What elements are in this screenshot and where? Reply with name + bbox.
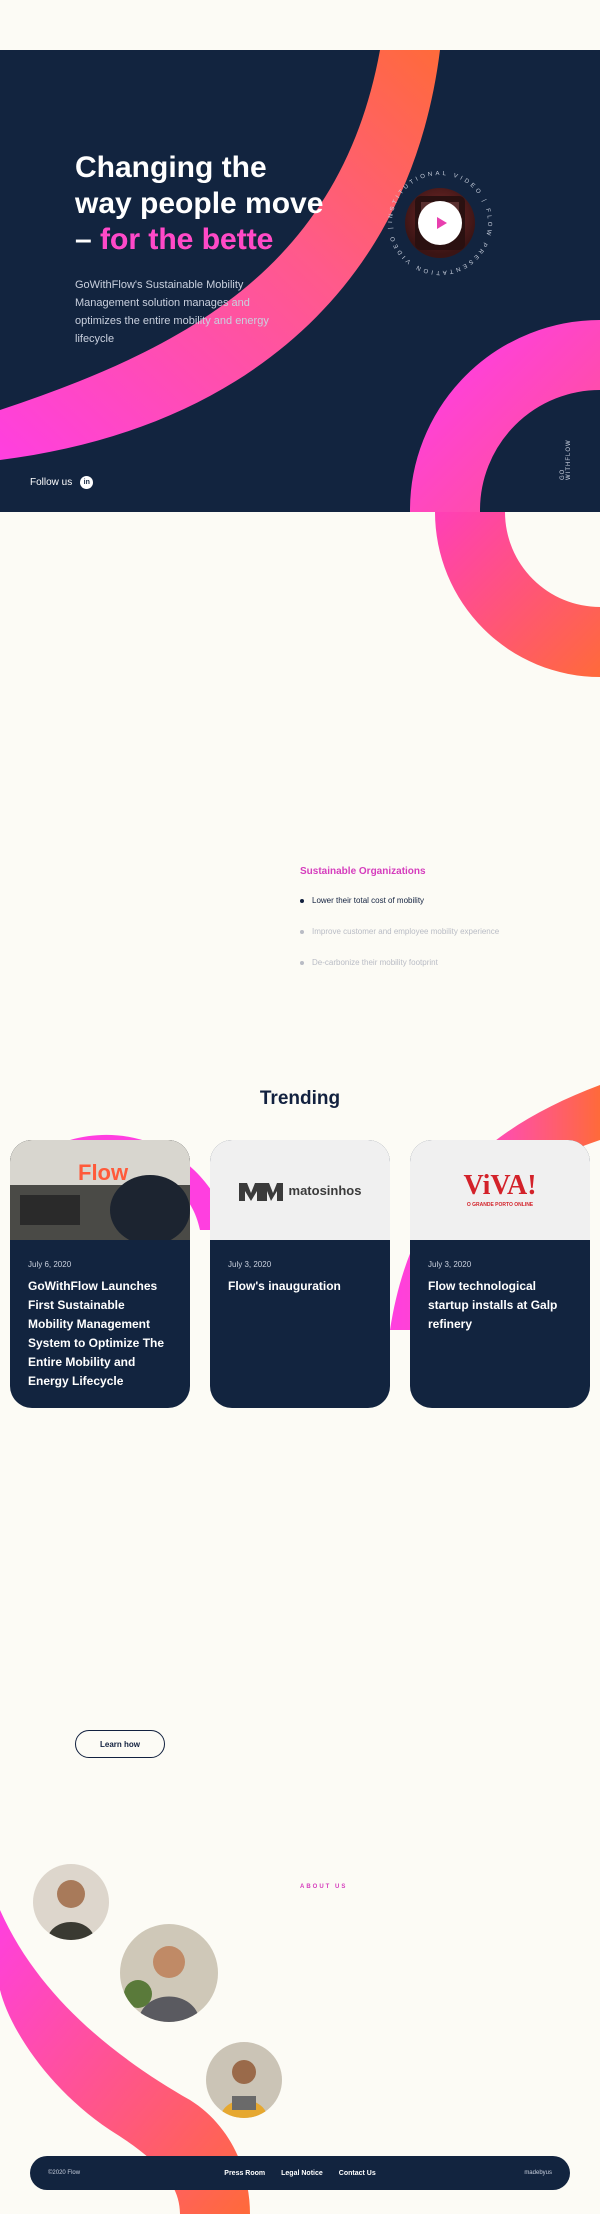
play-button[interactable] bbox=[418, 201, 462, 245]
news-card[interactable]: Flow July 6, 2020 GoWithFlow Launches Fi… bbox=[10, 1140, 190, 1408]
team-avatar[interactable] bbox=[33, 1864, 109, 1940]
flow-logo: Flow bbox=[78, 1160, 129, 1185]
made-by[interactable]: madebyus bbox=[524, 2170, 552, 2176]
news-card-image: matosinhos bbox=[210, 1140, 390, 1240]
organizations-list: Lower their total cost of mobility Impro… bbox=[300, 896, 499, 989]
news-card-date: July 3, 2020 bbox=[228, 1260, 272, 1269]
news-card-date: July 3, 2020 bbox=[428, 1260, 472, 1269]
follow-us: Follow us in bbox=[30, 476, 94, 489]
org-item[interactable]: Lower their total cost of mobility bbox=[300, 896, 499, 905]
footer-link-press-room[interactable]: Press Room bbox=[224, 2170, 265, 2177]
scroll-label: GO WITHFLOW bbox=[560, 439, 572, 480]
matosinhos-logo-icon bbox=[238, 1183, 283, 1201]
hero-title-dash: – bbox=[75, 223, 92, 256]
bullet-icon bbox=[300, 929, 304, 934]
video-badge[interactable]: INSTITUTIONAL VIDEO | FLOW PRESENTATION … bbox=[385, 168, 495, 278]
org-item[interactable]: De-carbonize their mobility footprint bbox=[300, 958, 499, 967]
bullet-icon bbox=[300, 898, 304, 903]
news-card-image: ViVA! O GRANDE PORTO ONLINE bbox=[410, 1140, 590, 1240]
footer-nav: Press Room Legal Notice Contact Us bbox=[30, 2170, 570, 2177]
viva-logo: ViVA! bbox=[463, 1170, 537, 1201]
org-item-text: De-carbonize their mobility footprint bbox=[312, 958, 438, 967]
hero-title-line-1: Changing the bbox=[75, 151, 267, 184]
news-card-title: Flow technological startup installs at G… bbox=[428, 1279, 558, 1331]
hero-subtitle: GoWithFlow's Sustainable Mobility Manage… bbox=[75, 279, 269, 345]
footer-link-legal-notice[interactable]: Legal Notice bbox=[281, 2170, 323, 2177]
hero-title-line-2: way people move bbox=[75, 187, 324, 220]
follow-label: Follow us bbox=[30, 477, 73, 488]
org-item-text: Lower their total cost of mobility bbox=[312, 896, 425, 905]
org-item-text: Improve customer and employee mobility e… bbox=[312, 927, 500, 936]
hero-title: Changing the way people move – for the b… bbox=[75, 150, 405, 258]
linkedin-icon[interactable]: in bbox=[80, 476, 94, 489]
news-card-date: July 6, 2020 bbox=[28, 1260, 72, 1269]
arc-graphic bbox=[435, 512, 600, 677]
news-card-image: Flow bbox=[10, 1140, 190, 1240]
office-photo: Flow bbox=[10, 1140, 190, 1240]
news-card[interactable]: ViVA! O GRANDE PORTO ONLINE July 3, 2020… bbox=[410, 1140, 590, 1408]
learn-how-button[interactable]: Learn how bbox=[75, 1730, 165, 1758]
footer-link-contact-us[interactable]: Contact Us bbox=[339, 2170, 376, 2177]
bullet-icon bbox=[300, 960, 304, 965]
org-item[interactable]: Improve customer and employee mobility e… bbox=[300, 927, 499, 936]
news-card-title: Flow's inauguration bbox=[228, 1279, 341, 1293]
news-card[interactable]: matosinhos July 3, 2020 Flow's inaugurat… bbox=[210, 1140, 390, 1408]
play-icon bbox=[436, 217, 447, 229]
hero-title-accent: for the bette bbox=[100, 223, 274, 256]
team-avatar[interactable] bbox=[206, 2042, 282, 2118]
news-card-title: GoWithFlow Launches First Sustainable Mo… bbox=[28, 1279, 165, 1388]
matosinhos-logo-text: matosinhos bbox=[288, 1182, 362, 1198]
footer: ©2020 Flow Press Room Legal Notice Conta… bbox=[30, 2156, 570, 2190]
hero-section: Changing the way people move – for the b… bbox=[0, 50, 600, 512]
about-us-label: ABOUT US bbox=[300, 1884, 348, 1890]
organizations-label: Sustainable Organizations bbox=[300, 866, 426, 877]
viva-logo-sub: O GRANDE PORTO ONLINE bbox=[466, 1202, 534, 1208]
team-avatar[interactable] bbox=[120, 1924, 218, 2022]
trending-title: Trending bbox=[259, 1088, 341, 1109]
